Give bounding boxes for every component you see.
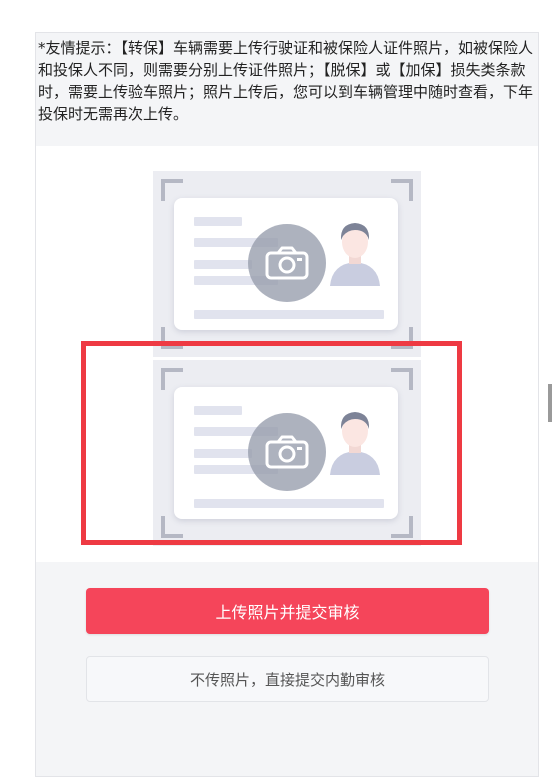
friendly-notice: *友情提示：【转保】车辆需要上传行驶证和被保险人证件照片，如被保险人和投保人不同… <box>38 39 534 123</box>
id-card-illustration <box>174 198 398 330</box>
upload-and-submit-button[interactable]: 上传照片并提交审核 <box>86 588 489 634</box>
card-text-line <box>194 310 384 319</box>
scrollbar-handle[interactable] <box>548 384 552 422</box>
frame-corner <box>391 179 413 201</box>
person-avatar-icon <box>330 223 380 286</box>
submit-without-photo-button[interactable]: 不传照片，直接提交内勤审核 <box>86 656 489 702</box>
highlight-box <box>81 341 462 545</box>
card-text-line <box>194 260 252 269</box>
camera-icon[interactable] <box>248 224 326 302</box>
card-text-line <box>194 217 242 226</box>
upload-slot-front[interactable] <box>153 171 421 357</box>
